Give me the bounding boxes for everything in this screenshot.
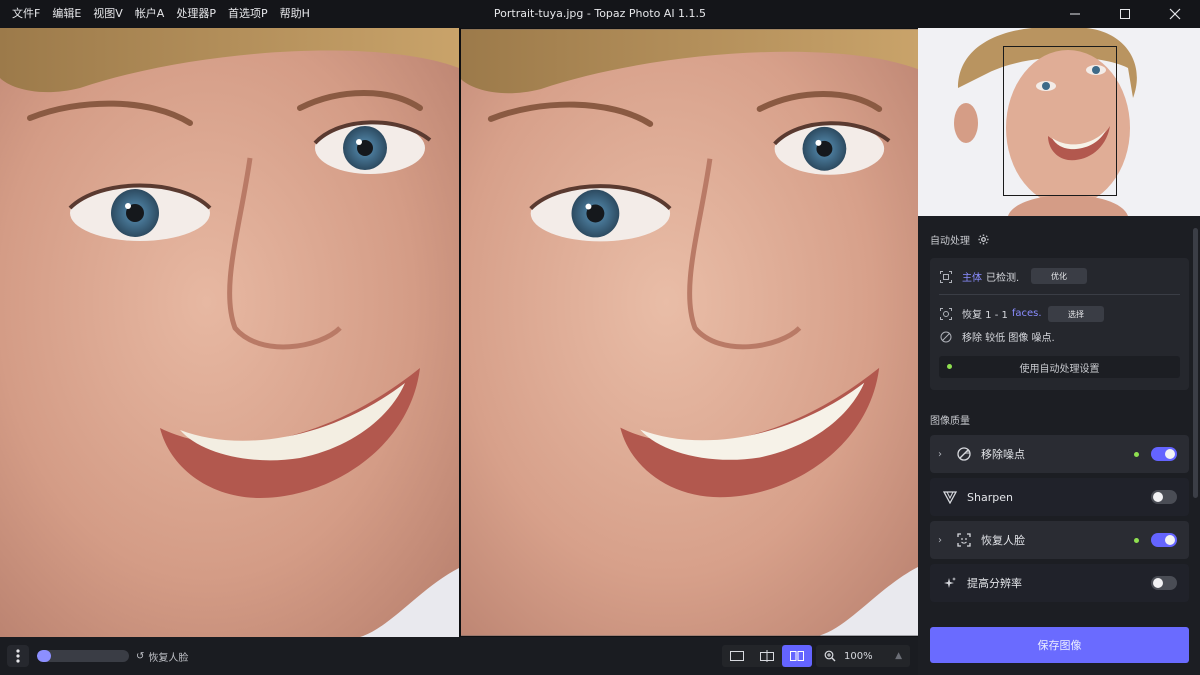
status-dot — [1134, 537, 1139, 543]
menu-file[interactable]: 文件F — [6, 0, 46, 28]
remove-noise-row: 移除 较低 图像 噪点. — [939, 329, 1055, 344]
sharpen-toggle[interactable] — [1151, 490, 1177, 504]
filter-remove-noise[interactable]: › 移除噪点 — [930, 435, 1189, 473]
subject-word: 主体 — [962, 273, 982, 284]
menu-account[interactable]: 帐户A — [129, 0, 171, 28]
view-mode-selector — [722, 645, 812, 667]
filter-sharpen[interactable]: Sharpen — [930, 478, 1189, 516]
menu-bar: 文件F 编辑E 视图V 帐户A 处理器P 首选项P 帮助H — [0, 0, 316, 28]
filter-label: Sharpen — [967, 490, 1013, 504]
processing-spinner-icon: ↺ — [136, 650, 145, 662]
settings-panel: 自动处理 主体 已检测. 优化 恢复 1 - 1 faces. 选择 移除 较低… — [918, 28, 1200, 675]
chevron-up-icon[interactable]: ▲ — [895, 651, 902, 661]
title-bar: 文件F 编辑E 视图V 帐户A 处理器P 首选项P 帮助H Portrait-t… — [0, 0, 1200, 28]
filter-label: 移除噪点 — [981, 448, 1025, 461]
remove-noise-text: 移除 较低 图像 噪点. — [962, 333, 1055, 344]
sharpen-icon — [942, 489, 958, 505]
recover-faces-toggle[interactable] — [1151, 533, 1177, 547]
menu-view[interactable]: 视图V — [87, 0, 129, 28]
maximize-button[interactable] — [1100, 0, 1150, 28]
select-faces-button[interactable]: 选择 — [1048, 306, 1104, 322]
zoom-level: 100% — [844, 650, 873, 662]
close-icon — [1169, 8, 1181, 20]
window-controls — [1050, 0, 1200, 28]
single-view-icon — [730, 651, 744, 661]
processing-status-label: 恢复人脸 — [148, 652, 189, 664]
split-view-icon — [760, 650, 774, 662]
autopilot-card: 主体 已检测. 优化 恢复 1 - 1 faces. 选择 移除 较低 图像 噪… — [930, 258, 1189, 390]
original-image-pane[interactable] — [0, 28, 459, 637]
panel-scrollbar[interactable] — [1193, 228, 1198, 498]
side-by-side-icon — [790, 651, 804, 661]
use-autopilot-settings-label: 使用自动处理设置 — [1019, 363, 1100, 375]
filter-label: 提高分辨率 — [967, 577, 1022, 590]
filter-upscale[interactable]: 提高分辨率 — [930, 564, 1189, 602]
status-dot — [947, 364, 952, 369]
split-view-button[interactable] — [752, 645, 782, 667]
menu-help[interactable]: 帮助H — [274, 0, 316, 28]
auto-section-header: 自动处理 — [930, 232, 989, 247]
kebab-menu-icon — [16, 649, 20, 663]
restore-faces-row: 恢复 1 - 1 faces. — [939, 306, 1042, 321]
face-detect-icon — [939, 307, 953, 321]
optimize-button[interactable]: 优化 — [1031, 268, 1087, 284]
close-button[interactable] — [1150, 0, 1200, 28]
zoom-icon — [824, 650, 836, 662]
chevron-right-icon[interactable]: › — [938, 535, 952, 546]
portrait-image-processed — [461, 29, 918, 636]
save-image-button[interactable]: 保存图像 — [930, 627, 1189, 663]
filter-label: 恢复人脸 — [981, 534, 1025, 547]
chevron-right-icon[interactable]: › — [938, 449, 952, 460]
quality-section-title: 图像质量 — [930, 416, 970, 427]
menu-processor[interactable]: 处理器P — [170, 0, 222, 28]
card-divider — [939, 294, 1180, 295]
more-options-button[interactable] — [7, 645, 29, 667]
noise-icon — [939, 330, 953, 344]
menu-preferences[interactable]: 首选项P — [222, 0, 274, 28]
progress-fill — [37, 650, 51, 662]
auto-section-title: 自动处理 — [930, 236, 970, 247]
subject-status: 已检测. — [986, 273, 1020, 284]
zoom-control[interactable]: 100% ▲ — [816, 645, 910, 667]
bottom-toolbar: ↺ 恢复人脸 100% ▲ — [0, 637, 918, 675]
restore-faces-word: faces. — [1011, 308, 1042, 319]
upscale-icon — [942, 575, 958, 591]
side-by-side-view-button[interactable] — [782, 645, 812, 667]
processing-progress-bar — [37, 650, 129, 662]
minimize-button[interactable] — [1050, 0, 1100, 28]
upscale-toggle[interactable] — [1151, 576, 1177, 590]
single-view-button[interactable] — [722, 645, 752, 667]
use-autopilot-settings-button[interactable]: 使用自动处理设置 — [939, 356, 1180, 378]
menu-edit[interactable]: 编辑E — [46, 0, 87, 28]
subject-detected-row: 主体 已检测. — [939, 269, 1019, 284]
restore-prefix: 恢复 1 - 1 — [962, 310, 1008, 321]
maximize-icon — [1120, 9, 1130, 19]
remove-noise-toggle[interactable] — [1151, 447, 1177, 461]
face-recovery-icon — [956, 532, 972, 548]
image-viewer[interactable] — [0, 28, 918, 637]
minimize-icon — [1070, 13, 1080, 15]
portrait-image-original — [0, 28, 459, 637]
viewport-frame[interactable] — [1003, 46, 1117, 196]
denoise-icon — [956, 446, 972, 462]
filter-recover-faces[interactable]: › 恢复人脸 — [930, 521, 1189, 559]
processed-image-pane[interactable] — [459, 28, 918, 637]
subject-detect-icon — [939, 270, 953, 284]
status-dot — [1134, 451, 1139, 457]
quality-section-header: 图像质量 — [930, 412, 970, 427]
gear-icon[interactable] — [978, 234, 989, 245]
navigator-thumbnail[interactable] — [918, 28, 1200, 216]
